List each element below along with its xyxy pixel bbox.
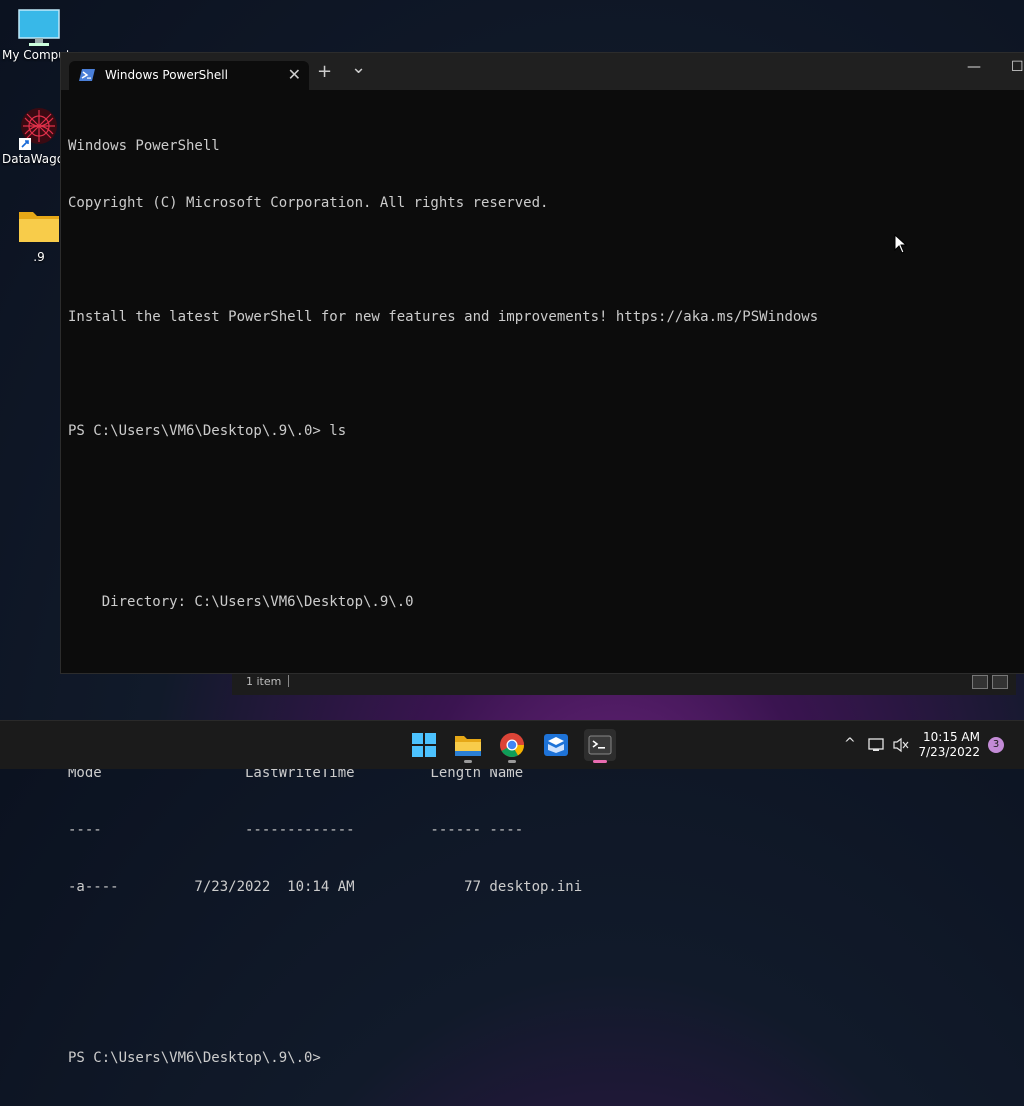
terminal-icon — [588, 735, 612, 755]
mail-box-icon — [544, 734, 568, 756]
taskbar-chrome[interactable] — [496, 729, 528, 763]
maximize-button[interactable]: ☐ — [1011, 59, 1024, 75]
folder-icon — [19, 212, 59, 242]
windows-start-icon — [412, 733, 436, 757]
console-line: Directory: C:\Users\VM6\Desktop\.9\.0 — [68, 594, 414, 610]
start-button[interactable] — [408, 729, 440, 761]
console-line: PS C:\Users\VM6\Desktop\.9\.0> ls — [68, 423, 347, 439]
console-line: -a---- 7/23/2022 10:14 AM 77 desktop.ini — [68, 879, 583, 895]
running-indicator — [464, 760, 472, 763]
clock-time: 10:15 AM — [923, 730, 980, 744]
taskbar-file-explorer[interactable] — [452, 729, 484, 763]
console-output[interactable]: Windows PowerShell Copyright (C) Microso… — [68, 99, 1024, 1106]
new-tab-button[interactable]: + — [317, 61, 332, 82]
minimize-button[interactable]: — — [967, 59, 981, 75]
tab-title: Windows PowerShell — [105, 68, 228, 82]
console-line: Copyright (C) Microsoft Corporation. All… — [68, 195, 549, 211]
powershell-icon — [79, 69, 95, 81]
tab-dropdown-chevron-icon[interactable]: ⌄ — [351, 57, 366, 78]
running-indicator — [508, 760, 516, 763]
chrome-icon — [500, 733, 524, 758]
taskbar-terminal[interactable] — [584, 729, 616, 763]
terminal-window[interactable]: Windows PowerShell ✕ + ⌄ — ☐ Windows Pow… — [60, 52, 1024, 1066]
monitor-icon — [18, 9, 60, 46]
console-line: ---- ------------- ------ ---- — [68, 822, 524, 838]
console-prompt-line[interactable]: PS C:\Users\VM6\Desktop\.9\.0> — [68, 1049, 1024, 1068]
show-hidden-icons-chevron-icon[interactable]: ^ — [844, 736, 856, 752]
active-app-indicator — [593, 760, 607, 763]
datawagon-icon — [19, 108, 57, 150]
system-clock[interactable]: 10:15 AM 7/23/2022 — [918, 730, 980, 760]
notification-badge[interactable]: 3 — [988, 737, 1004, 753]
taskbar: ^ 10:15 AM 7/23/2022 3 — [0, 720, 1024, 769]
taskbar-mail-app[interactable] — [540, 729, 572, 761]
console-line: Install the latest PowerShell for new fe… — [68, 309, 819, 325]
clock-date: 7/23/2022 — [918, 745, 980, 759]
network-icon[interactable] — [868, 737, 886, 753]
console-line: Windows PowerShell — [68, 138, 220, 154]
folder-icon — [455, 736, 481, 756]
mouse-cursor-icon — [894, 234, 908, 254]
tab-windows-powershell[interactable]: Windows PowerShell ✕ — [69, 61, 309, 90]
close-tab-icon[interactable]: ✕ — [288, 65, 301, 84]
volume-muted-icon[interactable] — [892, 737, 910, 753]
title-bar[interactable]: Windows PowerShell ✕ + ⌄ — ☐ — [61, 53, 1024, 90]
